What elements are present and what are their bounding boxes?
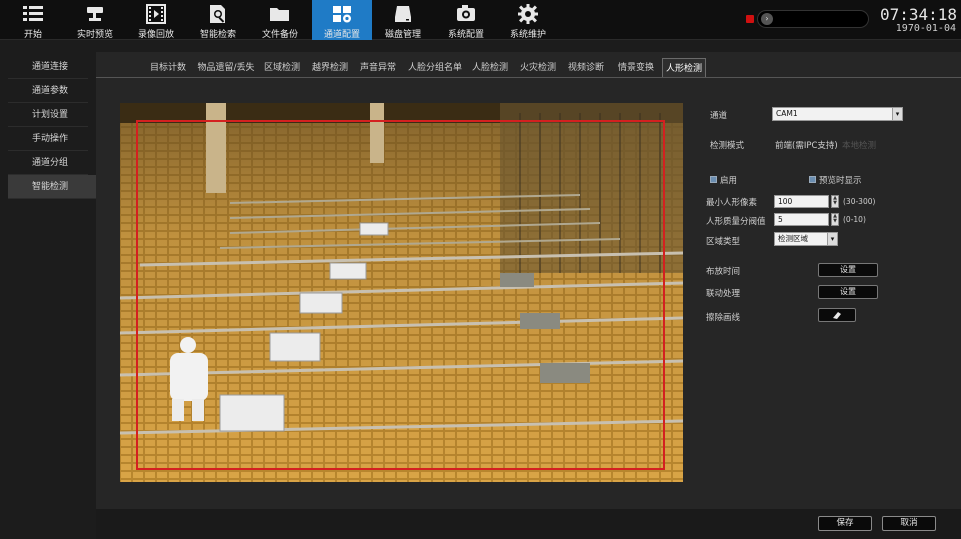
min-pixel-input[interactable]: 100 [774,195,829,208]
channel-config-icon [333,6,351,23]
camera-icon [87,7,103,21]
channel-label: 通道 [710,111,728,121]
smart-search-button[interactable]: 智能检索 [188,0,248,40]
schedule-set-button[interactable]: 设置 [818,263,878,277]
linkage-set-button[interactable]: 设置 [818,285,878,299]
tab-fire-detect[interactable]: 火灾检测 [518,58,558,78]
status-indicator[interactable]: › [757,10,869,28]
clock-time: 07:34:18 [880,5,958,24]
detect-mode-label: 检测模式 [710,141,745,151]
disk-management-button[interactable]: 磁盘管理 [373,0,433,40]
sidebar-item-manual[interactable]: 手动操作 [8,127,88,151]
topbar-label: 系统维护 [509,30,546,40]
enable-checkbox[interactable] [710,176,717,183]
gear-icon [518,4,538,24]
tab-bar: 目标计数 物品遗留/丢失 区域检测 越界检测 声音异常 人脸分组名单 人脸检测 … [96,58,961,78]
sidebar-item-channel-params[interactable]: 通道参数 [8,79,88,103]
tab-audio-anomaly[interactable]: 声音异常 [358,58,398,78]
tab-video-diag[interactable]: 视频诊断 [566,58,606,78]
topbar-label: 录像回放 [137,30,174,40]
live-preview-button[interactable]: 实时预览 [65,0,125,40]
tab-human-detect[interactable]: 人形检测 [662,58,706,78]
schedule-label: 布放时间 [706,267,741,277]
save-button[interactable]: 保存 [818,516,872,531]
video-preview[interactable] [120,103,683,482]
linkage-label: 联动处理 [706,289,741,299]
topbar-label: 开始 [23,30,42,40]
chevron-down-icon: ▾ [892,108,902,120]
record-indicator-icon [746,15,754,23]
disk-icon [395,6,411,22]
folder-icon [270,8,289,21]
area-type-value: 检测区域 [778,234,808,243]
arrow-icon: › [761,13,773,25]
sidebar: 通道连接 通道参数 计划设置 手动操作 通道分组 智能检测 [0,52,96,539]
tab-face-group[interactable]: 人脸分组名单 [406,58,464,78]
channel-config-button[interactable]: 通道配置 [312,0,372,40]
min-pixel-stepper[interactable]: ▲ ▼ [831,195,839,208]
menu-grid-icon [23,6,43,21]
topbar-label: 磁盘管理 [384,30,421,40]
sidebar-item-channel-connect[interactable]: 通道连接 [8,55,88,79]
quality-input[interactable]: 5 [774,213,829,226]
quality-range: (0-10) [843,215,866,224]
quality-label: 人形质量分阀值 [706,217,766,227]
topbar-label: 系统配置 [447,30,484,40]
preview-display-checkbox[interactable] [809,176,816,183]
topbar-label: 文件备份 [261,30,298,40]
camera-scene [120,103,683,482]
file-backup-button[interactable]: 文件备份 [250,0,310,40]
channel-select-value: CAM1 [776,109,798,118]
min-pixel-range: (30-300) [843,197,876,206]
erase-lines-label: 擦除画线 [706,313,741,323]
system-maintenance-button[interactable]: 系统维护 [498,0,558,40]
tab-divider [96,77,961,78]
enable-label: 启用 [720,176,738,186]
sidebar-item-smart-detect[interactable]: 智能检测 [8,175,96,199]
detect-mode-front[interactable]: 前端(需IPC支持) [775,139,838,151]
down-arrow-icon[interactable]: ▼ [832,201,838,206]
channel-select[interactable]: CAM1 ▾ [772,107,903,121]
tab-object-left[interactable]: 物品遗留/丢失 [196,58,256,78]
system-config-button[interactable]: 系统配置 [436,0,496,40]
min-pixel-label: 最小人形像素 [706,198,758,208]
preview-display-label: 预览时显示 [819,176,862,186]
topbar-label: 实时预览 [76,30,113,40]
topbar-label: 通道配置 [323,30,360,40]
quality-stepper[interactable]: ▲ ▼ [831,213,839,226]
area-type-label: 区域类型 [706,237,741,247]
area-type-select[interactable]: 检测区域 ▾ [774,232,838,246]
sidebar-item-channel-group[interactable]: 通道分组 [8,151,88,175]
eraser-icon [833,312,841,319]
tab-line-cross[interactable]: 越界检测 [310,58,350,78]
clock-date: 1970-01-04 [895,23,956,34]
erase-lines-button[interactable] [818,308,856,322]
cancel-button[interactable]: 取消 [882,516,936,531]
start-menu-button[interactable]: 开始 [3,0,63,40]
detect-mode-local[interactable]: 本地检测 [842,139,876,151]
playback-button[interactable]: 录像回放 [126,0,186,40]
chevron-down-icon: ▾ [827,233,837,245]
down-arrow-icon[interactable]: ▼ [832,219,838,224]
film-icon [146,4,166,24]
tab-face-detect[interactable]: 人脸检测 [470,58,510,78]
top-navigation-bar: 开始 实时预览 录像回放 智能检索 文件备份 通道配置 磁盘管理 系统配置 系统… [0,0,961,40]
sidebar-item-schedule[interactable]: 计划设置 [8,103,88,127]
tab-area-detect[interactable]: 区域检测 [262,58,302,78]
tab-scene-change[interactable]: 情景变换 [614,58,658,78]
magnify-doc-icon [210,5,225,23]
topbar-label: 智能检索 [199,30,236,40]
tab-target-count[interactable]: 目标计数 [148,58,188,78]
camera-gear-icon [457,5,475,21]
